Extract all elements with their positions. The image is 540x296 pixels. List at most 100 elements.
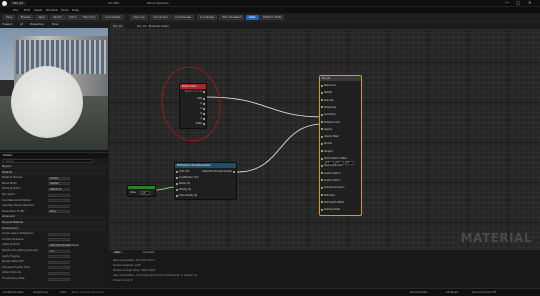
pin-a[interactable]: A (201, 117, 206, 120)
details-property-value[interactable]: 1.0 (48, 249, 70, 253)
details-property-value[interactable] (48, 193, 70, 197)
result-input-pin[interactable]: Tangent (321, 150, 333, 153)
details-property-value[interactable]: Default Lit (48, 187, 70, 191)
result-input-pin[interactable]: Base Color (321, 84, 336, 87)
result-input-pin[interactable]: Shading Model (321, 208, 340, 211)
details-property-value[interactable] (48, 255, 70, 259)
menu-asset[interactable]: Asset (34, 8, 42, 12)
details-property-row[interactable]: Output Velocity (2, 271, 106, 275)
show-button[interactable]: Show (52, 23, 58, 26)
content-drawer-button[interactable]: Content Drawer (3, 291, 24, 294)
details-section-header[interactable]: Physical Material (2, 221, 106, 225)
apply-button[interactable]: Apply (35, 15, 49, 20)
result-input-pin[interactable]: Refraction (321, 194, 335, 197)
maximize-button[interactable]: □ (516, 0, 520, 5)
live-update-button[interactable]: Live Update (102, 15, 124, 20)
window-tab[interactable]: Tex Mat (108, 1, 119, 5)
details-property-row[interactable]: Subsurface Profile None (2, 210, 106, 214)
details-property-value[interactable]: Surface (48, 176, 70, 180)
search-button[interactable]: Search (50, 15, 65, 20)
source-control-status[interactable]: Source Control Off (472, 291, 496, 294)
details-section-header[interactable]: Physics (2, 165, 106, 169)
live-nodes-button[interactable]: Live Nodes (197, 15, 218, 20)
details-property-row[interactable]: Use Material Attributes (2, 199, 106, 203)
result-input-pin[interactable]: Custom Data 0 (321, 172, 340, 175)
world-position-offset-values[interactable]: 0.0 0.0 0.0 (325, 160, 355, 165)
details-property-row[interactable]: Cast Ray Traced Shadows (2, 204, 106, 208)
pin-input[interactable]: Density (S) (176, 188, 191, 191)
hierarchy-button[interactable]: Hierarchy (80, 15, 99, 20)
details-search-input[interactable]: Search (3, 159, 93, 163)
details-property-value[interactable] (48, 277, 70, 281)
result-input-pin[interactable]: Anisotropy (321, 113, 336, 116)
minimize-button[interactable]: — (505, 0, 509, 5)
clean-up-button[interactable]: Clean Up (130, 15, 148, 20)
result-input-pin[interactable]: Metallic (321, 91, 332, 94)
console-command-input[interactable]: Enter Console Command (72, 291, 104, 294)
tab-stats[interactable]: Stats (111, 251, 124, 254)
output-log-button[interactable]: Output Log (33, 291, 47, 294)
details-property-value[interactable] (48, 204, 70, 208)
home-button[interactable]: Home (66, 15, 80, 20)
connectors-button[interactable]: Connectors (150, 15, 171, 20)
pin-input[interactable]: Unlit (V3) (176, 170, 189, 173)
details-property-row[interactable]: Two Sided (2, 193, 106, 197)
details-property-value[interactable] (48, 260, 70, 264)
details-property-row[interactable]: Screen Space Reflections (2, 232, 106, 236)
cmd-button[interactable]: Cmd (60, 291, 66, 294)
details-property-value[interactable] (48, 238, 70, 242)
details-property-row[interactable]: Translucency Pass (2, 277, 106, 281)
details-section-header[interactable]: Material (2, 170, 106, 175)
preview-viewport[interactable]: Viewport Lit Perspective Show (0, 22, 108, 150)
pin-b[interactable]: B (200, 112, 205, 115)
material-result-node[interactable]: Tex_01 Base Color Metallic Specular Roughne… (319, 75, 362, 216)
platform-stats-button[interactable]: Platform Stats (260, 15, 285, 20)
details-property-value[interactable]: None (48, 210, 70, 214)
hide-unrelated-button[interactable]: Hide Unrelated (219, 15, 245, 20)
menu-window[interactable]: Window (46, 8, 58, 12)
pin-input[interactable]: Time Density (S) (176, 194, 197, 197)
details-property-value[interactable] (48, 199, 70, 203)
details-property-value[interactable]: Opaque (48, 182, 70, 186)
result-input-pin[interactable]: Opacity Mask (321, 135, 339, 138)
pin-rgb[interactable]: RGB (197, 97, 205, 100)
details-section-header[interactable]: Translucency (2, 226, 106, 231)
menu-tools[interactable]: Tools (61, 8, 68, 12)
details-property-row[interactable]: Render After DOF (2, 260, 106, 264)
saved-status[interactable]: All Saved (446, 291, 458, 294)
details-property-row[interactable]: Material Domain Surface (2, 176, 106, 180)
result-input-pin[interactable]: Roughness (321, 106, 336, 109)
pin-r[interactable]: R (200, 102, 205, 105)
multiply-function-node[interactable]: MultiplyFunction(Parameter) OutputFuncti… (174, 162, 237, 200)
menu-help[interactable]: Help (72, 8, 79, 12)
result-input-pin[interactable]: Ambient Occlusion (321, 186, 345, 189)
details-property-row[interactable]: Lighting Mode Volumetric NonDirectional (2, 243, 106, 247)
wpo-value-field[interactable]: 0.0 (345, 161, 354, 165)
derived-data-status[interactable]: Derived Data (410, 291, 427, 294)
window-tab[interactable]: Tex_01 (10, 1, 27, 5)
details-property-value[interactable] (48, 232, 70, 236)
result-input-pin[interactable]: Opacity (321, 128, 332, 131)
pin-output[interactable]: OutputFunction(Parameter) (202, 170, 235, 173)
details-section-header[interactable]: Advanced (2, 215, 106, 220)
result-input-pin[interactable]: Pixel Depth Offset (321, 201, 344, 204)
details-property-row[interactable]: Apply Fogging (2, 255, 106, 259)
wpo-value-field[interactable]: 0.0 (335, 161, 344, 165)
param-color-node[interactable]: Param Color Param (1,1,1,1) RGB R G B A … (179, 83, 207, 129)
details-property-row[interactable]: Contact Shadows (2, 238, 106, 242)
result-input-pin[interactable]: Specular (321, 99, 334, 102)
wpo-value-field[interactable]: 0.0 (325, 161, 334, 165)
pin-rgba[interactable]: RGBA (196, 122, 206, 125)
constant-value-field[interactable]: 0.5 (140, 190, 150, 195)
close-button[interactable]: ✕ (528, 0, 531, 5)
browse-button[interactable]: Browse (18, 15, 34, 20)
menu-file[interactable]: File (13, 8, 18, 12)
details-property-row[interactable]: Compute Fog Per Pixel (2, 266, 106, 270)
live-preview-button[interactable]: Live Preview (172, 15, 195, 20)
result-input-pin[interactable]: Custom Data 1 (321, 179, 340, 182)
pin-input[interactable]: Radius (S) (176, 182, 190, 185)
window-tab[interactable]: Stone Spheres (147, 1, 169, 5)
details-property-row[interactable]: Blend Mode Opaque (2, 182, 106, 186)
details-property-value[interactable]: Volumetric NonDirectional (48, 243, 79, 247)
constant-node[interactable]: Value 0.5 (127, 185, 156, 197)
